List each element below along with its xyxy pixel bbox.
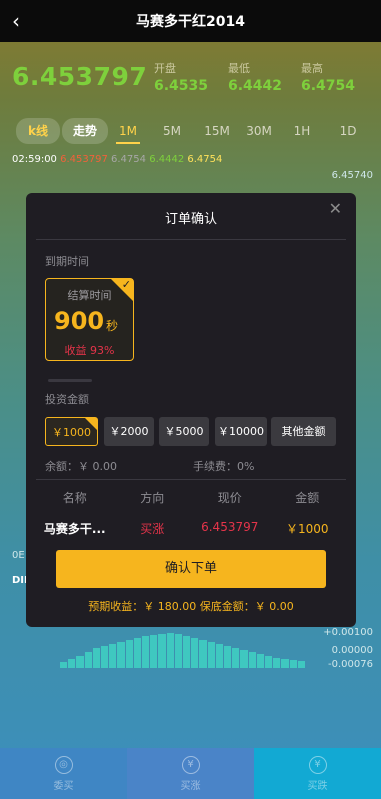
buy-down-icon: ¥ bbox=[308, 755, 327, 774]
amount-options: ￥1000 ￥2000 ￥5000 ￥10000 其他金额 bbox=[45, 417, 345, 447]
tab-kline[interactable]: k线 bbox=[16, 118, 60, 144]
chart-fragment-a: 0E bbox=[12, 550, 25, 561]
high-value: 6.4754 bbox=[301, 78, 356, 94]
tab-15m[interactable]: 15M bbox=[202, 118, 232, 144]
expected-profit-summary: 预期收益：￥ 180.00 保底金额：￥ 0.00 bbox=[88, 600, 294, 613]
expiry-time-card[interactable]: ✓ 结算时间 900 秒 收益 93% bbox=[45, 278, 134, 361]
amount-option-1000[interactable]: ￥1000 bbox=[45, 417, 98, 446]
nav-label-buy-down: 买跌 bbox=[307, 780, 328, 792]
chart-tabs: k线 走势 1M 5M 15M 30M 1H 1D bbox=[16, 118, 372, 144]
tab-trend[interactable]: 走势 bbox=[62, 118, 108, 144]
amount-option-2000[interactable]: ￥2000 bbox=[104, 417, 154, 446]
bottom-nav: ◎ 委买 ¥ 买涨 ¥ 买跌 bbox=[0, 748, 381, 799]
balance-text: 余额：￥ 0.00 bbox=[45, 460, 117, 473]
top-bar: ‹ 马赛多干红2014 bbox=[0, 0, 381, 42]
ticker-low: 6.4442 bbox=[149, 154, 185, 165]
tab-1m[interactable]: 1M bbox=[116, 118, 140, 144]
confirm-order-button[interactable]: 确认下单 bbox=[56, 550, 326, 588]
amount-option-label: ￥5000 bbox=[164, 425, 204, 438]
close-icon[interactable]: ✕ bbox=[329, 199, 342, 218]
low-stat: 最低 6.4442 bbox=[228, 60, 282, 94]
amount-option-label: ￥10000 bbox=[218, 425, 264, 438]
high-stat: 最高 6.4754 bbox=[301, 60, 355, 94]
ticker-open: 6.453797 bbox=[60, 154, 108, 165]
order-table: 名称 方向 现价 金额 马赛多干... 买涨 6.453797 ￥1000 bbox=[36, 489, 346, 537]
price-summary: 6.453797 开盘 6.4535 最低 6.4442 最高 6.4754 bbox=[12, 60, 372, 100]
axis-label-r2: 0.00000 bbox=[331, 645, 373, 656]
chevron-left-icon[interactable]: ‹ bbox=[12, 9, 20, 33]
order-table-header: 名称 方向 现价 金额 bbox=[36, 489, 346, 506]
ticker-time: 02:59:00 bbox=[12, 154, 57, 165]
open-value: 6.4535 bbox=[154, 78, 209, 94]
order-amount: ￥1000 bbox=[285, 522, 329, 536]
ohlc-ticker: 02:59:00 6.453797 6.4754 6.4442 6.4754 bbox=[12, 154, 222, 165]
tab-30m[interactable]: 30M bbox=[244, 118, 274, 144]
divider bbox=[36, 239, 346, 240]
settle-time-label: 结算时间 bbox=[67, 289, 112, 302]
modal-title: 订单确认 bbox=[164, 212, 217, 227]
amount-option-other[interactable]: 其他金额 bbox=[271, 417, 336, 446]
divider bbox=[36, 479, 346, 480]
ticker-close: 6.4754 bbox=[187, 154, 223, 165]
order-confirm-modal: 订单确认 ✕ 到期时间 ✓ 结算时间 900 秒 收益 93% 投资金额 ￥10… bbox=[26, 193, 356, 627]
order-price: 6.453797 bbox=[201, 520, 259, 534]
amount-option-10000[interactable]: ￥10000 bbox=[215, 417, 267, 446]
scroll-indicator bbox=[48, 379, 92, 382]
col-price-header: 现价 bbox=[217, 491, 242, 505]
axis-label-r1: +0.00100 bbox=[323, 627, 373, 638]
amount-option-5000[interactable]: ￥5000 bbox=[159, 417, 209, 446]
tab-1d[interactable]: 1D bbox=[338, 118, 358, 144]
axis-label-top: 6.45740 bbox=[331, 170, 373, 181]
col-name-header: 名称 bbox=[62, 491, 87, 505]
low-label: 最低 bbox=[228, 62, 250, 75]
col-direction-header: 方向 bbox=[140, 491, 165, 505]
low-value: 6.4442 bbox=[228, 78, 283, 94]
amount-label: 投资金额 bbox=[45, 393, 89, 406]
current-price: 6.453797 bbox=[12, 62, 148, 91]
table-row: 马赛多干... 买涨 6.453797 ￥1000 bbox=[36, 520, 346, 537]
tab-5m[interactable]: 5M bbox=[160, 118, 184, 144]
amount-option-label: ￥2000 bbox=[109, 425, 149, 438]
nav-buy-down[interactable]: ¥ 买跌 bbox=[254, 748, 381, 799]
expiry-label: 到期时间 bbox=[45, 255, 89, 268]
ticker-high: 6.4754 bbox=[111, 154, 147, 165]
nav-label-entrust: 委买 bbox=[53, 780, 74, 792]
open-stat: 开盘 6.4535 bbox=[154, 60, 208, 94]
fee-text: 手续费：0% bbox=[193, 460, 255, 473]
settle-time-value: 900 bbox=[54, 307, 105, 335]
entrust-icon: ◎ bbox=[54, 755, 73, 774]
axis-label-r3: -0.00076 bbox=[328, 659, 373, 670]
nav-entrust-buy[interactable]: ◎ 委买 bbox=[0, 748, 127, 799]
high-label: 最高 bbox=[301, 62, 323, 75]
open-label: 开盘 bbox=[154, 62, 176, 75]
tab-1h[interactable]: 1H bbox=[292, 118, 312, 144]
buy-up-icon: ¥ bbox=[181, 755, 200, 774]
page-title: 马赛多干红2014 bbox=[136, 14, 245, 30]
nav-buy-up[interactable]: ¥ 买涨 bbox=[127, 748, 254, 799]
yield-rate: 收益 93% bbox=[64, 344, 115, 357]
nav-label-buy-up: 买涨 bbox=[180, 780, 201, 792]
selected-corner bbox=[85, 418, 97, 430]
macd-bars bbox=[60, 620, 306, 668]
col-amount-header: 金额 bbox=[295, 491, 320, 505]
order-name: 马赛多干... bbox=[43, 522, 106, 536]
order-direction: 买涨 bbox=[140, 522, 165, 536]
amount-option-label: 其他金额 bbox=[281, 425, 326, 438]
settle-time-unit: 秒 bbox=[106, 319, 119, 333]
